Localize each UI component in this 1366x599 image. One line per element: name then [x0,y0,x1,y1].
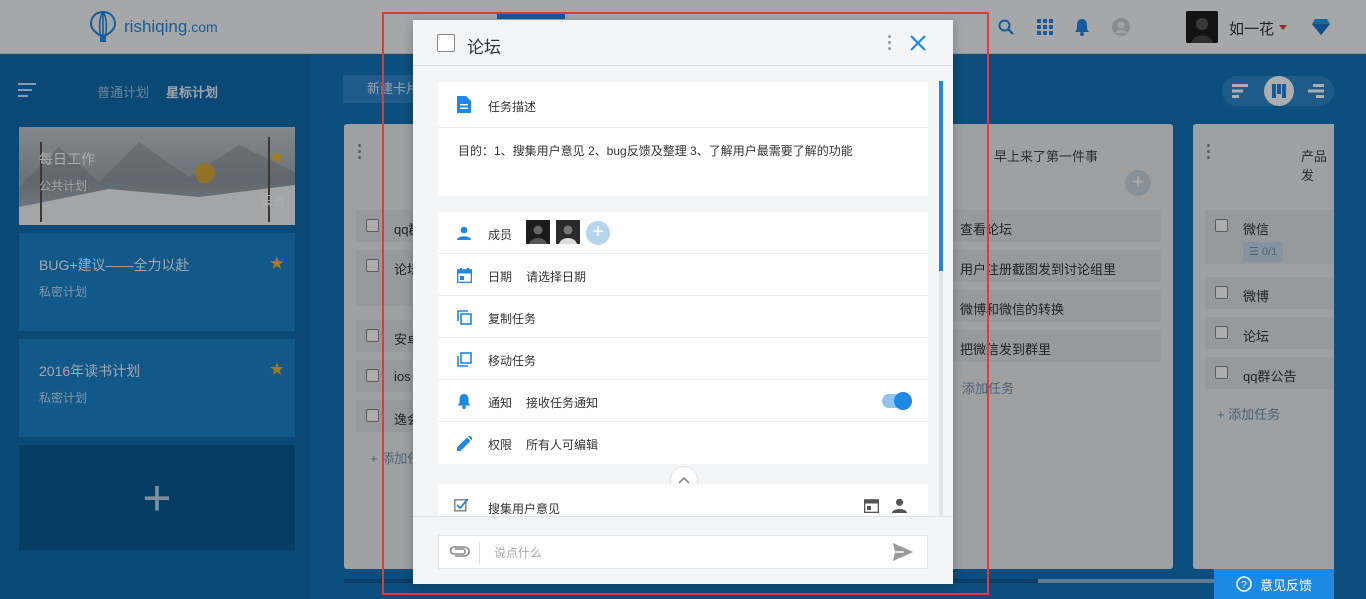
move-task-label: 移动任务 [488,354,537,368]
subtask-item[interactable]: 搜集用户意见 [438,484,928,516]
close-icon[interactable] [909,34,927,52]
attachment-icon[interactable] [449,543,471,561]
date-picker[interactable]: 请选择日期 [526,268,586,285]
description-header: 任务描述 [438,82,928,128]
notify-toggle[interactable] [882,392,912,410]
copy-task-label: 复制任务 [488,312,537,326]
vertical-scrollbar-thumb[interactable] [939,81,943,271]
task-title[interactable]: 论坛 [467,33,501,58]
checked-box-icon[interactable] [454,498,469,512]
divider [479,542,480,564]
calendar-icon[interactable] [864,498,879,513]
chevron-up-icon [678,476,690,484]
date-label: 日期 [488,270,513,284]
pencil-icon [454,433,474,453]
comment-box [438,535,928,569]
member-avatar[interactable] [556,220,580,244]
members-label: 成员 [488,228,513,242]
member-avatar[interactable] [526,220,550,244]
modal-body: 任务描述 目的：1、搜集用户意见 2、bug反馈及整理 3、了解用户最需要了解的… [413,66,953,516]
task-complete-checkbox[interactable] [437,34,455,52]
move-task-row[interactable]: 移动任务 [438,338,928,380]
document-icon [457,96,471,113]
comment-area [413,516,953,584]
svg-text:?: ? [1241,580,1247,591]
calendar-icon [454,265,474,285]
modal-header: 论坛 [413,20,953,66]
add-member-button[interactable]: + [586,221,610,245]
help-circle-icon: ? [1236,576,1252,592]
description-card: 任务描述 目的：1、搜集用户意见 2、bug反馈及整理 3、了解用户最需要了解的… [438,82,928,196]
notify-label: 通知 [488,396,513,410]
copy-icon [454,307,474,327]
feedback-label: 意见反馈 [1259,577,1312,593]
description-label: 任务描述 [488,100,537,114]
person-icon[interactable] [892,498,907,513]
task-properties-card: 成员 + 日期 请选择日期 复制任务 移动任务 通知 接收任务通知 权限 所有人… [438,212,928,464]
description-text[interactable]: 目的：1、搜集用户意见 2、bug反馈及整理 3、了解用户最需要了解的功能 [458,142,853,159]
members-row: 成员 + [438,212,928,254]
notify-row: 通知 接收任务通知 [438,380,928,422]
copy-task-row[interactable]: 复制任务 [438,296,928,338]
move-icon [454,349,474,369]
task-detail-modal: 论坛 任务描述 目的：1、搜集用户意见 2、bug反馈及整理 3、了解用户最需要… [413,20,953,584]
comment-input[interactable] [494,543,874,563]
send-icon[interactable] [892,542,914,562]
more-options-icon[interactable] [888,35,892,53]
permission-value[interactable]: 所有人可编辑 [526,436,598,453]
bell-icon [454,391,474,411]
notify-value: 接收任务通知 [526,396,599,410]
feedback-button[interactable]: ? 意见反馈 [1214,569,1334,599]
permission-label: 权限 [488,438,513,452]
permission-row[interactable]: 权限 所有人可编辑 [438,422,928,464]
subtask-title: 搜集用户意见 [488,502,561,516]
person-icon [454,223,474,243]
date-row[interactable]: 日期 请选择日期 [438,254,928,296]
